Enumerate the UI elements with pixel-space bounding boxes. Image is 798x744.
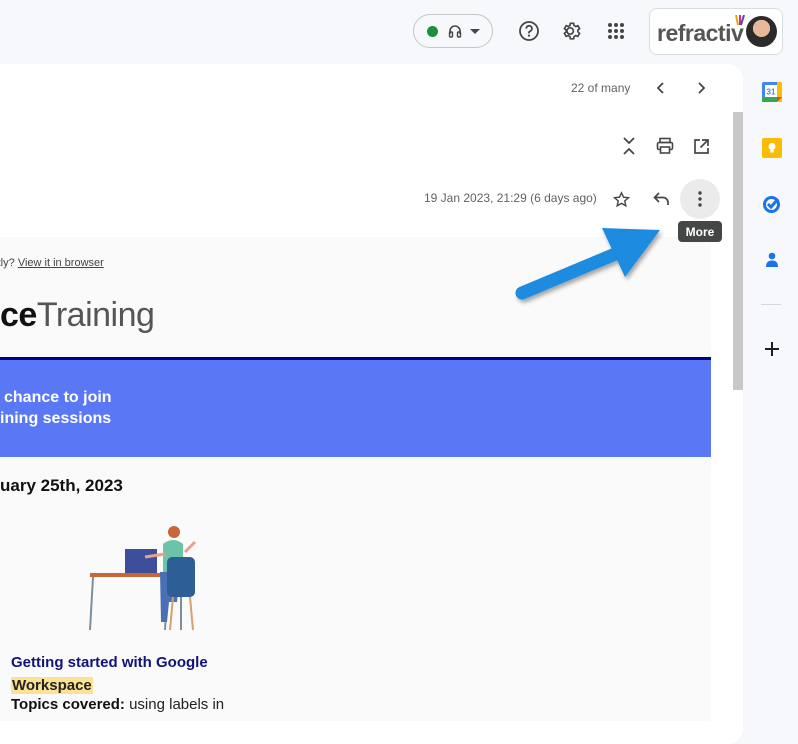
session-date: uary 25th, 2023 bbox=[0, 476, 123, 495]
caret-down-icon bbox=[470, 29, 480, 34]
course-title-line-1: Getting started with Google bbox=[11, 654, 208, 671]
laptop bbox=[125, 549, 157, 573]
chevron-left-icon bbox=[656, 82, 664, 94]
view-in-browser-link[interactable]: View it in browser bbox=[18, 257, 104, 269]
banner-line-1: chance to join bbox=[4, 389, 112, 406]
tasks-icon bbox=[763, 196, 780, 213]
course-title-highlight: Workspace bbox=[11, 677, 93, 694]
popout-button[interactable] bbox=[687, 132, 715, 160]
newer-button[interactable] bbox=[687, 74, 715, 102]
open-in-new-window-icon bbox=[693, 138, 709, 154]
more-vertical-icon bbox=[698, 191, 702, 207]
message-counter: 22 of many bbox=[571, 81, 631, 95]
gear-icon bbox=[563, 22, 581, 40]
account-button[interactable]: refractiv bbox=[649, 8, 783, 55]
collapse-all-icon bbox=[623, 137, 635, 155]
message-date: 19 Jan 2023, 21:29 (6 days ago) bbox=[424, 191, 597, 205]
course-title[interactable]: Getting started with Google Workspace bbox=[11, 651, 208, 697]
chair bbox=[167, 557, 195, 597]
help-icon bbox=[519, 21, 539, 41]
chevron-right-icon bbox=[698, 82, 706, 94]
apps-button[interactable] bbox=[601, 16, 631, 46]
avatar bbox=[746, 16, 777, 47]
reply-button[interactable] bbox=[647, 185, 675, 213]
org-logo: refractiv bbox=[657, 20, 744, 46]
view-in-browser-line: ectly? View it in browser bbox=[0, 257, 104, 269]
logo-bold-text: ce bbox=[0, 296, 37, 334]
apps-grid-icon bbox=[608, 23, 624, 39]
get-addons-button[interactable] bbox=[760, 337, 784, 361]
reply-icon bbox=[652, 192, 669, 205]
view-prefix: ectly? bbox=[0, 257, 15, 269]
topics-label: Topics covered: bbox=[11, 696, 125, 713]
more-button[interactable] bbox=[680, 179, 720, 219]
star-icon bbox=[612, 190, 630, 207]
print-button[interactable] bbox=[651, 132, 679, 160]
topics-text: using labels in bbox=[124, 696, 225, 713]
contacts-icon bbox=[766, 252, 778, 267]
training-illustration bbox=[89, 526, 197, 631]
sidebar-item-calendar[interactable]: 31 bbox=[760, 80, 784, 104]
topics-covered: Topics covered: using labels in bbox=[11, 696, 224, 713]
logo-accent-icon bbox=[735, 15, 745, 26]
banner-text: chance to join ining sessions bbox=[0, 387, 112, 429]
star-button[interactable] bbox=[607, 185, 635, 213]
annotation-arrow bbox=[515, 228, 660, 300]
expand-all-button[interactable] bbox=[615, 132, 643, 160]
print-icon bbox=[656, 137, 674, 154]
help-button[interactable] bbox=[514, 16, 544, 46]
sidebar-item-contacts[interactable] bbox=[760, 248, 784, 272]
scrollbar-thumb[interactable] bbox=[733, 112, 743, 390]
status-selector[interactable] bbox=[413, 14, 493, 48]
more-tooltip: More bbox=[678, 221, 722, 242]
banner-line-2: ining sessions bbox=[0, 410, 112, 427]
calendar-icon: 31 bbox=[762, 82, 782, 102]
headset-icon bbox=[447, 23, 463, 44]
older-button[interactable] bbox=[647, 74, 675, 102]
sidebar-divider bbox=[761, 304, 781, 305]
calendar-day: 31 bbox=[767, 88, 776, 97]
keep-icon bbox=[762, 138, 782, 158]
sidebar-item-keep[interactable] bbox=[760, 136, 784, 160]
status-dot bbox=[427, 26, 438, 37]
logo-light-text: Training bbox=[36, 296, 155, 334]
sidebar-item-tasks[interactable] bbox=[760, 192, 784, 216]
plus-icon bbox=[765, 342, 779, 356]
settings-button[interactable] bbox=[557, 16, 587, 46]
newsletter-logo: ceTraining bbox=[0, 296, 155, 335]
